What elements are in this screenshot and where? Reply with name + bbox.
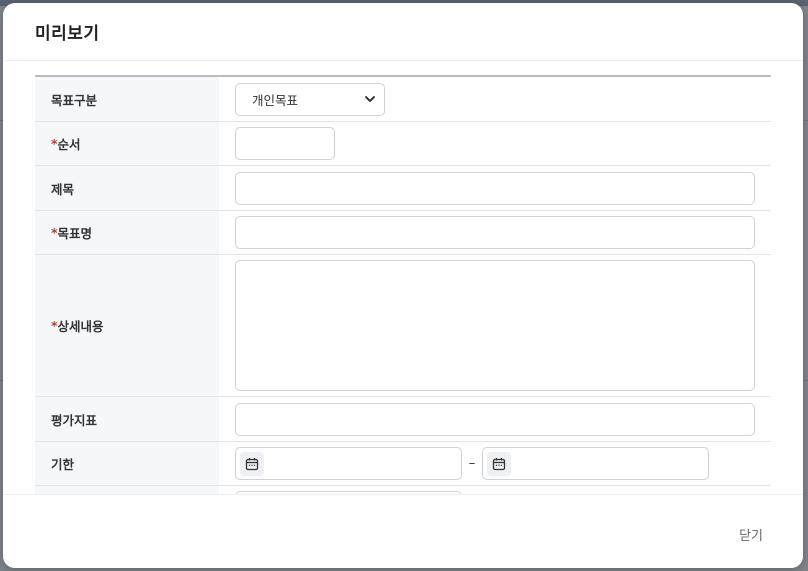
goal-name-input[interactable] — [235, 216, 755, 249]
deadline-start-input[interactable] — [235, 447, 462, 480]
goal-type-selected-value: 개인목표 — [252, 92, 299, 108]
deadline-label: 기한 — [35, 442, 219, 485]
goal-type-select[interactable]: 개인목표 — [235, 82, 385, 116]
indicator-input[interactable] — [235, 402, 755, 436]
deadline-end-input[interactable] — [482, 447, 709, 480]
form-row-deadline: 기한 – — [35, 442, 771, 486]
modal-body[interactable]: 목표구분 개인목표 * 순서 제목 * 목표명 * 상세내용 평가지표 기한 – — [3, 62, 803, 494]
form-row-details: * 상세내용 — [35, 255, 771, 397]
goal-type-label: 목표구분 — [35, 77, 219, 121]
indicator-label: 평가지표 — [35, 397, 219, 441]
details-label: * 상세내용 — [35, 255, 219, 396]
goal-name-label-text: 목표명 — [57, 226, 93, 241]
deadline-range: – — [235, 447, 709, 480]
form-row-next — [35, 486, 771, 494]
details-textarea[interactable] — [235, 260, 755, 391]
date-range-separator: – — [468, 456, 476, 471]
details-label-text: 상세내용 — [57, 319, 104, 334]
calendar-icon[interactable] — [240, 451, 264, 476]
calendar-icon[interactable] — [487, 451, 511, 476]
next-row-label — [35, 486, 219, 494]
form-row-subject: 제목 — [35, 166, 771, 211]
preview-modal: 미리보기 목표구분 개인목표 * 순서 제목 * 목표명 * 상세내용 평가지표… — [3, 3, 803, 568]
form-row-goal-type: 목표구분 개인목표 — [35, 77, 771, 122]
modal-header: 미리보기 — [3, 3, 803, 61]
modal-title: 미리보기 — [35, 24, 100, 44]
subject-input[interactable] — [235, 171, 755, 205]
form-row-goal-name: * 목표명 — [35, 211, 771, 255]
goal-form: 목표구분 개인목표 * 순서 제목 * 목표명 * 상세내용 평가지표 기한 – — [35, 75, 771, 494]
close-button[interactable]: 닫기 — [739, 525, 763, 544]
order-label: * 순서 — [35, 122, 219, 165]
subject-label: 제목 — [35, 166, 219, 210]
chevron-down-icon — [365, 96, 375, 102]
order-label-text: 순서 — [57, 137, 81, 152]
form-row-order: * 순서 — [35, 122, 771, 166]
goal-name-label: * 목표명 — [35, 211, 219, 254]
order-input[interactable] — [235, 127, 335, 160]
form-row-indicator: 평가지표 — [35, 397, 771, 442]
modal-footer: 닫기 — [3, 494, 803, 568]
